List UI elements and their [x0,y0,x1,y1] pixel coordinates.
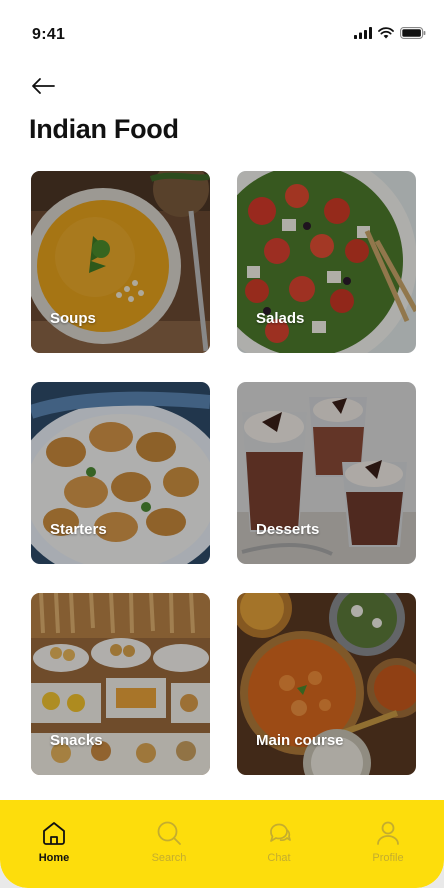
nav-label: Search [151,852,187,864]
category-label: Main course [256,732,344,749]
category-card-soups[interactable]: Soups [31,171,210,353]
status-time: 9:41 [32,26,66,43]
page-title: Indian Food [29,114,179,144]
nav-item-chat[interactable]: Chat [244,820,314,864]
phone-screen: 9:41 Indian Food Soups Salads Starters D… [0,0,444,888]
status-icons [354,27,426,39]
nav-label: Profile [372,852,404,864]
category-card-salads[interactable]: Salads [237,171,416,353]
nav-label: Chat [267,852,291,864]
category-label: Starters [50,521,107,538]
signal-icon [354,27,372,39]
category-label: Desserts [256,521,320,538]
profile-icon [377,821,399,845]
nav-item-home[interactable]: Home [19,820,89,864]
wifi-icon [378,27,394,39]
status-bar: 9:41 [0,0,444,60]
arrow-left-icon [32,78,55,94]
category-label: Snacks [50,732,103,749]
category-label: Soups [50,310,96,327]
category-card-main-course[interactable]: Main course [237,593,416,775]
bottom-navigation: Home Search Chat Profile [0,800,444,888]
nav-label: Home [38,852,70,864]
category-card-desserts[interactable]: Desserts [237,382,416,564]
category-card-starters[interactable]: Starters [31,382,210,564]
nav-item-profile[interactable]: Profile [353,820,423,864]
back-button[interactable] [28,72,58,100]
battery-icon [400,27,426,39]
category-card-snacks[interactable]: Snacks [31,593,210,775]
home-icon [43,822,65,845]
search-icon [157,821,181,845]
nav-item-search[interactable]: Search [134,820,204,864]
chat-icon [270,823,291,842]
category-label: Salads [256,310,305,327]
